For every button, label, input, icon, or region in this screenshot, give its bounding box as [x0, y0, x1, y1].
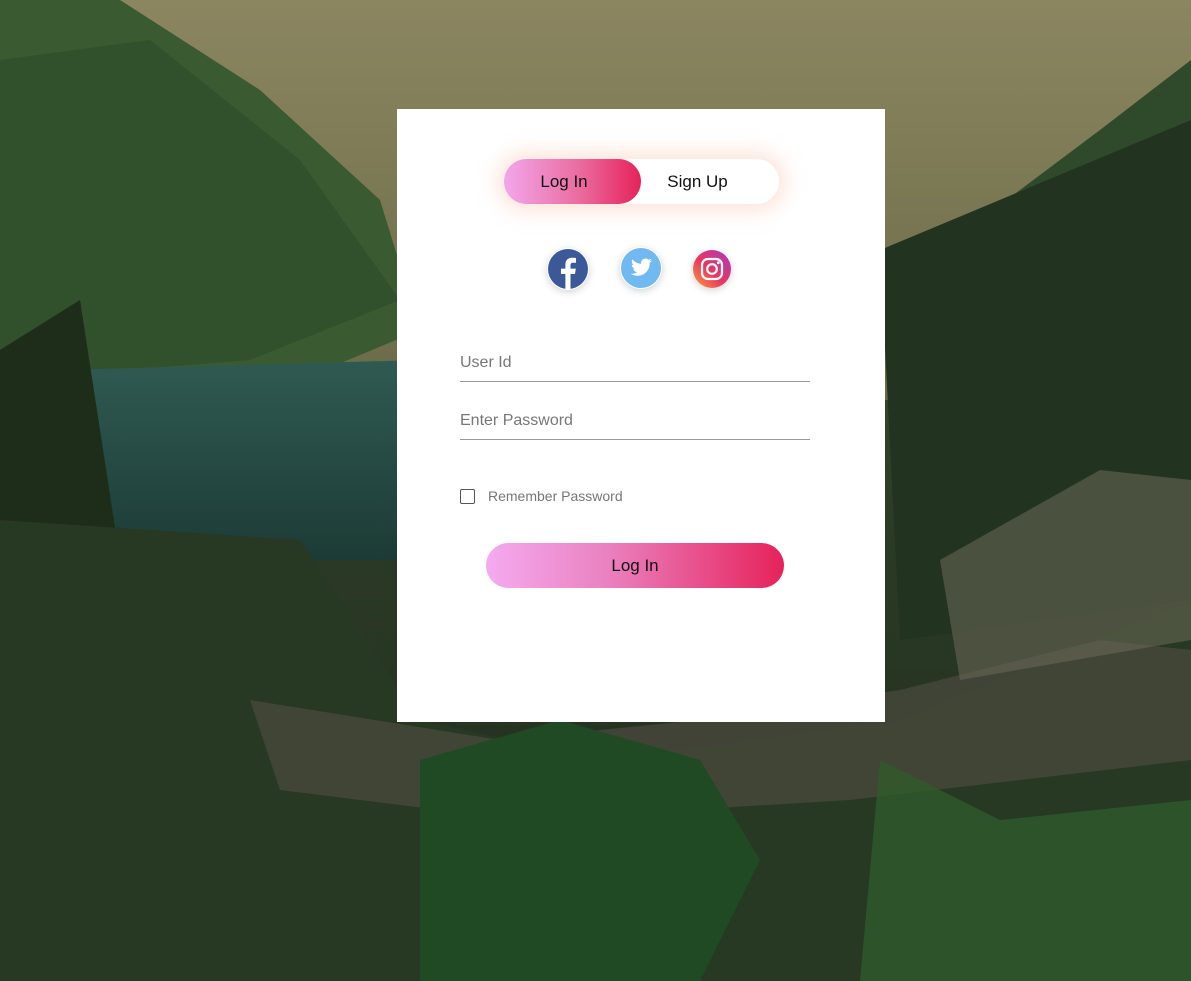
auth-mode-toggle: Log In Sign Up [504, 159, 779, 204]
login-card: Log In Sign Up User Id Remember Password… [397, 109, 885, 722]
log-in-button[interactable]: Log In [486, 543, 784, 588]
remember-password-checkbox[interactable] [460, 489, 475, 504]
tab-log-in[interactable]: Log In [504, 159, 624, 204]
facebook-icon[interactable] [547, 248, 589, 290]
twitter-icon[interactable] [620, 247, 662, 289]
tab-sign-up[interactable]: Sign Up [641, 159, 754, 204]
remember-password-label[interactable]: Remember Password [488, 487, 623, 505]
user-id-input[interactable] [460, 345, 810, 382]
instagram-icon[interactable] [693, 250, 731, 288]
password-input[interactable] [460, 403, 810, 440]
